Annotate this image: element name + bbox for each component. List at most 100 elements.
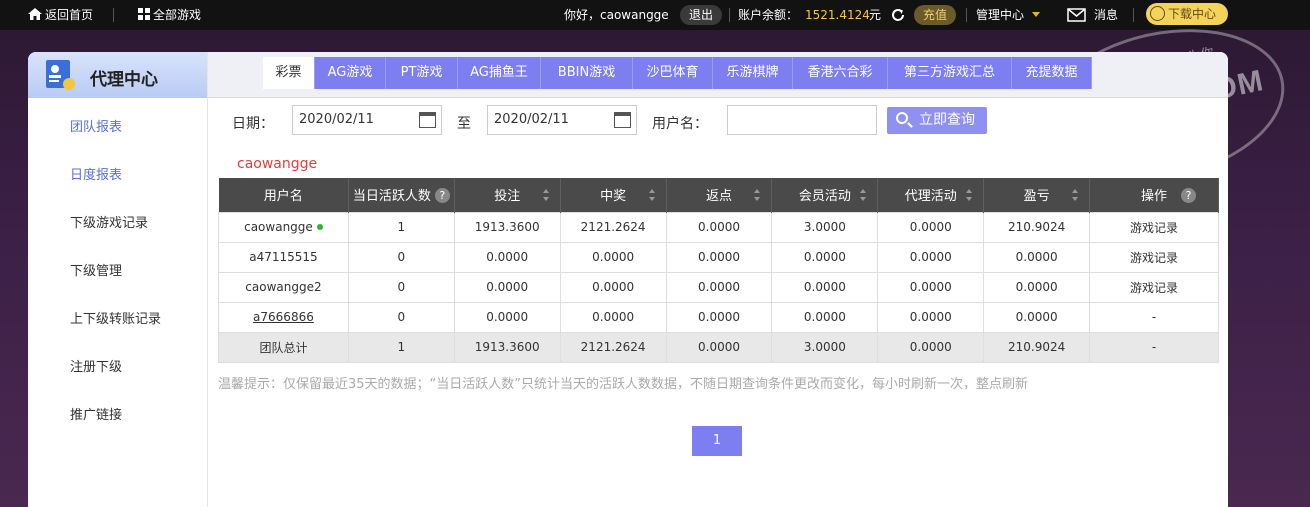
tab-third-party-summary[interactable]: 第三方游戏汇总 (888, 57, 1012, 89)
cell-agent-activity: 0.0000 (877, 241, 985, 273)
sidebar-item-transfer-records[interactable]: 上下级转账记录 (70, 308, 161, 327)
sidebar-item-sub-game-records[interactable]: 下级游戏记录 (70, 212, 148, 231)
table-header-row: 用户名 当日活跃人数? 投注 中奖 返点 会员活动 代理活动 盈亏 操作? (218, 178, 1219, 212)
cell-rebate: 0.0000 (665, 331, 773, 363)
current-user-label: caowangge (237, 156, 318, 172)
tab-deposit-withdraw[interactable]: 充提数据 (1012, 57, 1092, 89)
refresh-icon[interactable] (890, 7, 906, 23)
cell-username[interactable]: caowangge2 (218, 271, 349, 303)
divider (1133, 8, 1134, 22)
table-row: caowangge 1 1913.3600 2121.2624 0.0000 3… (218, 211, 1219, 243)
date-label: 日期： (232, 116, 274, 132)
main-panel: 代理中心 团队报表 日度报表 下级游戏记录 下级管理 上下级转账记录 注册下级 … (28, 52, 1228, 507)
cell-username[interactable]: a47115515 (218, 241, 349, 273)
cell-username[interactable]: a7666866 (218, 301, 349, 333)
cell-win: 0.0000 (559, 241, 667, 273)
tab-lottery[interactable]: 彩票 (263, 57, 315, 89)
help-icon[interactable]: ? (434, 188, 450, 204)
to-label: 至 (457, 116, 471, 132)
calendar-icon[interactable] (419, 112, 436, 128)
query-button[interactable]: 立即查询 (887, 107, 987, 134)
sort-icon[interactable] (754, 189, 761, 201)
col-header-rebate[interactable]: 返点 (666, 178, 773, 212)
tab-leyou-chess[interactable]: 乐游棋牌 (713, 57, 793, 89)
sidebar-header: 代理中心 (28, 52, 207, 98)
logout-button[interactable]: 退出 (680, 5, 723, 25)
table-row: a7666866 0 0.0000 0.0000 0.0000 0.0000 0… (218, 301, 1219, 333)
col-header-profit-loss[interactable]: 盈亏 (983, 178, 1091, 212)
sidebar: 代理中心 团队报表 日度报表 下级游戏记录 下级管理 上下级转账记录 注册下级 … (28, 52, 208, 507)
tab-bbin-games[interactable]: BBIN游戏 (541, 57, 633, 89)
pagination-page-button[interactable]: 1 (692, 426, 742, 456)
cell-agent-activity: 0.0000 (877, 211, 985, 243)
col-header-member-activity[interactable]: 会员活动 (771, 178, 879, 212)
sidebar-item-promo-link[interactable]: 推广链接 (70, 404, 122, 423)
cell-bet: 0.0000 (453, 241, 561, 273)
cell-rebate: 0.0000 (665, 271, 773, 303)
header-label: 盈亏 (1023, 189, 1050, 205)
download-label: 下载中心 (1168, 7, 1217, 21)
date-from-input[interactable]: 2020/02/11 (292, 105, 442, 135)
sidebar-item-daily-report[interactable]: 日度报表 (70, 164, 122, 183)
sort-icon[interactable] (542, 189, 550, 201)
help-icon[interactable]: ? (1181, 188, 1196, 203)
sort-icon[interactable] (860, 189, 867, 201)
header-label: 用户名 (263, 189, 303, 205)
cell-profit-loss: 0.0000 (983, 241, 1091, 273)
sort-icon[interactable] (648, 189, 656, 201)
divider (208, 97, 1228, 98)
balance-label: 账户余额： (738, 8, 799, 22)
cell-total-label: 团队总计 (218, 331, 349, 363)
sort-icon[interactable] (966, 189, 973, 201)
table-total-row: 团队总计 1 1913.3600 2121.2624 0.0000 3.0000… (218, 331, 1219, 363)
cell-bet: 1913.3600 (453, 211, 561, 243)
tab-ag-games[interactable]: AG游戏 (315, 57, 386, 89)
header-label: 会员活动 (798, 189, 851, 205)
cell-member-activity: 3.0000 (771, 331, 879, 363)
management-menu[interactable]: 管理中心 (976, 0, 1041, 30)
cell-bet: 0.0000 (453, 271, 561, 303)
messages-link[interactable]: 消息 (1094, 0, 1118, 30)
game-records-link[interactable]: 游戏记录 (1089, 271, 1219, 303)
sidebar-item-sub-management[interactable]: 下级管理 (70, 260, 122, 279)
home-link[interactable]: 返回首页 (28, 0, 93, 30)
sort-icon[interactable] (1072, 189, 1079, 201)
col-header-username[interactable]: 用户名 (218, 178, 349, 212)
tab-ag-fishing[interactable]: AG捕鱼王 (458, 57, 541, 89)
cell-active-users: 0 (347, 301, 455, 333)
cell-username[interactable]: caowangge (218, 211, 349, 243)
all-games-link[interactable]: 全部游戏 (138, 0, 201, 30)
table-row: caowangge2 0 0.0000 0.0000 0.0000 0.0000… (218, 271, 1219, 303)
col-header-bet[interactable]: 投注 (454, 178, 561, 212)
game-records-link[interactable]: 游戏记录 (1089, 211, 1219, 243)
home-icon (28, 8, 42, 20)
mail-icon[interactable] (1067, 8, 1086, 22)
sidebar-item-team-report[interactable]: 团队报表 (70, 116, 122, 135)
cell-member-activity: 3.0000 (771, 211, 879, 243)
tab-hk-mark-six[interactable]: 香港六合彩 (793, 57, 888, 89)
cell-rebate: 0.0000 (665, 241, 773, 273)
col-header-active-users[interactable]: 当日活跃人数? (348, 178, 455, 212)
date-to-input[interactable]: 2020/02/11 (487, 105, 637, 135)
tab-pt-games[interactable]: PT游戏 (386, 57, 458, 89)
cell-win: 0.0000 (559, 271, 667, 303)
divider (729, 8, 730, 22)
download-center-button[interactable]: 下载中心 (1146, 3, 1228, 25)
cell-win: 0.0000 (559, 301, 667, 333)
sidebar-item-register-sub[interactable]: 注册下级 (70, 356, 122, 375)
recharge-button[interactable]: 充值 (914, 5, 957, 25)
team-report-table: 用户名 当日活跃人数? 投注 中奖 返点 会员活动 代理活动 盈亏 操作? ca… (218, 178, 1219, 363)
col-header-agent-activity[interactable]: 代理活动 (877, 178, 985, 212)
col-header-win[interactable]: 中奖 (560, 178, 667, 212)
username-link[interactable]: a7666866 (253, 310, 314, 324)
tab-saba-sports[interactable]: 沙巴体育 (633, 57, 713, 89)
all-games-label: 全部游戏 (153, 8, 202, 22)
cell-agent-activity: 0.0000 (877, 271, 985, 303)
cell-rebate: 0.0000 (665, 211, 773, 243)
cell-member-activity: 0.0000 (771, 301, 879, 333)
username-label: 用户名： (652, 116, 708, 132)
username-input[interactable] (727, 105, 877, 135)
calendar-icon[interactable] (614, 112, 631, 128)
game-records-link[interactable]: 游戏记录 (1089, 241, 1219, 273)
cell-profit-loss: 0.0000 (983, 271, 1091, 303)
